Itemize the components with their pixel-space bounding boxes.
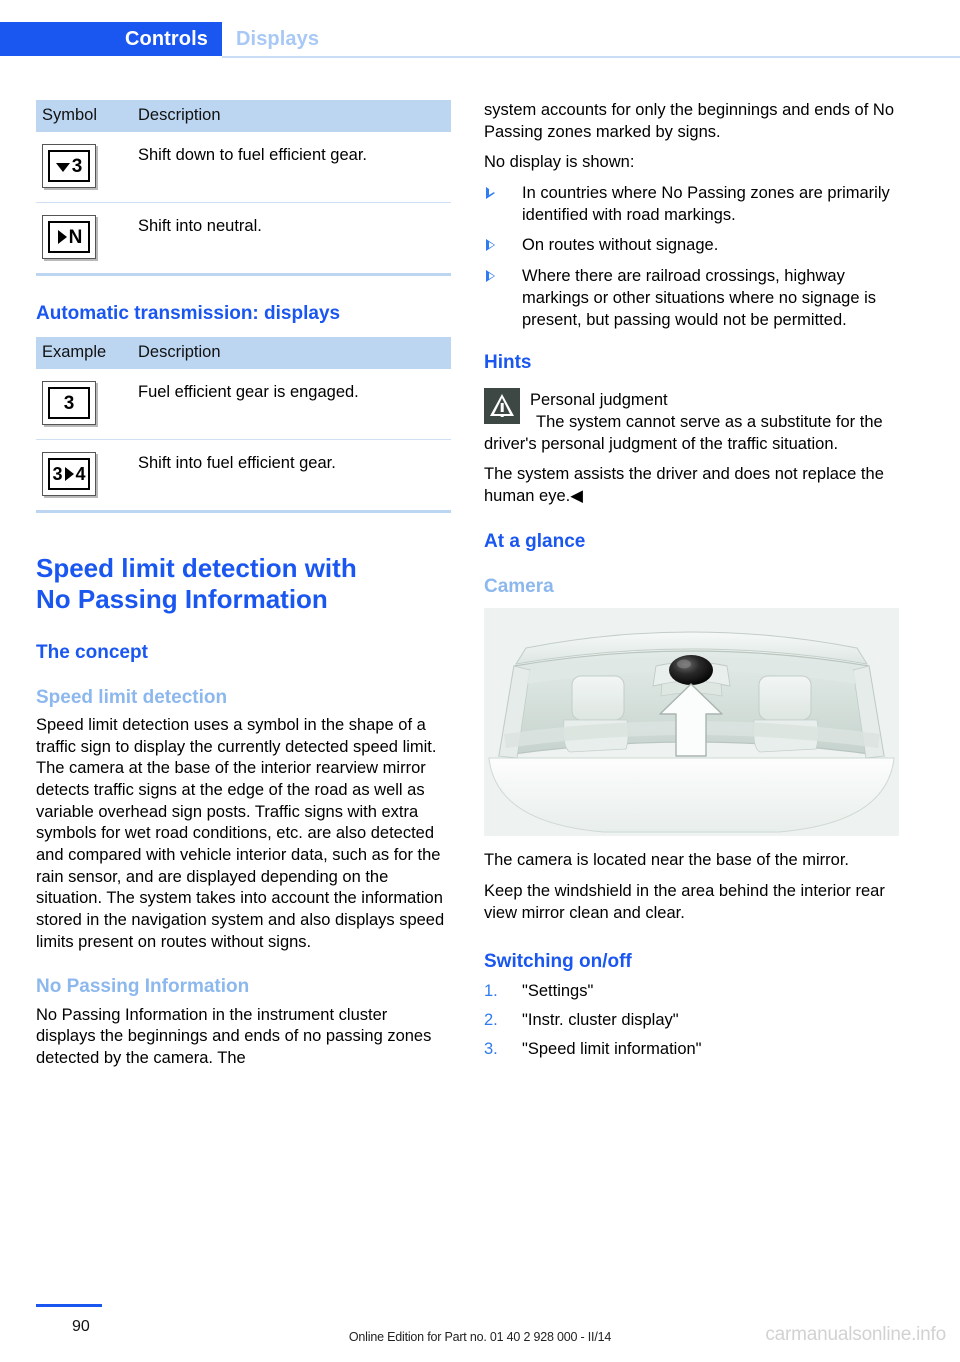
arrow-right-icon: [57, 230, 67, 244]
manual-transmission-table: Symbol Description 3 Shift down to fuel …: [36, 100, 451, 276]
description-cell: Shift into neutral.: [132, 202, 451, 276]
list-item-label: Where there are railroad crossings, high…: [522, 267, 877, 329]
section-heading-switching-on-off: Switching on/off: [484, 951, 632, 973]
step-index: 2.: [484, 1011, 498, 1030]
exclamation-bar: [500, 403, 504, 413]
list-item: In countries where No Passing zones are …: [484, 183, 899, 226]
gear-number: 3: [71, 155, 83, 177]
symbol-cell: 3: [36, 369, 132, 441]
warning-body: The system cannot serve as a substitute …: [484, 413, 883, 453]
triangle-bullet-icon: [486, 187, 495, 200]
tab-controls[interactable]: Controls: [0, 22, 222, 56]
gear-shift-up-icon: 34: [42, 452, 96, 497]
list-item-label: On routes without signage.: [522, 236, 719, 255]
no-passing-information-paragraph: No Passing Information in the instrument…: [36, 1005, 432, 1067]
subsection-heading-no-passing-information: No Passing Information: [36, 976, 250, 998]
column-header-description: Description: [132, 337, 451, 370]
description-cell: Shift down to fuel efficient gear.: [132, 132, 451, 203]
gear-engaged-icon: 3: [42, 381, 96, 426]
list-item: 2. "Instr. cluster display": [484, 1010, 899, 1032]
triangle-bullet-icon: [486, 270, 495, 283]
subsection-heading-speed-limit-detection: Speed limit detection: [36, 686, 228, 708]
table-header-row: Symbol Description: [36, 100, 451, 132]
list-item: Where there are railroad crossings, high…: [484, 266, 899, 331]
automatic-transmission-table: Example Description 3 Fuel efficient gea…: [36, 337, 451, 514]
table-header-row: Example Description: [36, 337, 451, 370]
no-display-lead: No display is shown:: [484, 153, 635, 172]
description-cell: Shift into fuel efficient gear.: [132, 439, 451, 514]
warning-block: Personal judgment The system cannot serv…: [484, 386, 899, 455]
left-column: Symbol Description 3 Shift down to fuel …: [36, 100, 451, 1079]
symbol-cell: 3: [36, 132, 132, 203]
page-title-line2: No Passing Information: [36, 583, 328, 614]
page-header: Controls Displays: [0, 22, 960, 56]
gear-number: 3: [63, 392, 75, 414]
no-display-list: In countries where No Passing zones are …: [484, 183, 899, 331]
list-item: 3. "Speed limit information": [484, 1039, 899, 1061]
watermark: carmanualsonline.info: [765, 1324, 946, 1345]
camera-paragraph-1: The camera is located near the base of t…: [484, 851, 850, 870]
page-title-line1: Speed limit detection with: [36, 553, 357, 584]
gear-from: 3: [52, 464, 63, 485]
list-item: 1. "Settings": [484, 981, 899, 1003]
exclamation-dot: [500, 414, 504, 417]
step-label: "Speed limit information": [522, 1039, 702, 1058]
section-heading-automatic-transmission: Automatic transmission: displays: [36, 303, 341, 324]
continued-paragraph: system accounts for only the beginnings …: [484, 101, 894, 141]
symbol-cell: N: [36, 202, 132, 276]
step-index: 1.: [484, 982, 498, 1001]
step-index: 3.: [484, 1039, 498, 1058]
shift-neutral-icon: N: [42, 215, 96, 259]
camera-location-figure: [484, 608, 899, 837]
arrow-right-icon: [64, 467, 74, 482]
section-heading-the-concept: The concept: [36, 641, 148, 663]
warning-title: Personal judgment: [530, 391, 668, 410]
column-header-symbol: Symbol: [36, 100, 132, 132]
table-row: 3 Shift down to fuel efficient gear.: [36, 132, 451, 203]
section-heading-at-a-glance: At a glance: [484, 530, 586, 552]
subsection-heading-camera: Camera: [484, 575, 554, 597]
arrow-down-icon: [55, 162, 70, 172]
right-column: system accounts for only the beginnings …: [484, 100, 899, 1067]
gear-to: 4: [75, 464, 86, 485]
list-item: On routes without signage.: [484, 235, 899, 257]
footer-divider: [36, 1304, 102, 1307]
triangle-bullet-icon: [486, 239, 495, 252]
switching-steps-list: 1. "Settings" 2. "Instr. cluster display" …: [484, 981, 899, 1060]
shift-down-gear-icon: 3: [42, 144, 96, 188]
step-label: "Instr. cluster display": [522, 1011, 679, 1030]
section-heading-hints: Hints: [484, 352, 532, 374]
speed-limit-detection-paragraph: Speed limit detection uses a symbol in t…: [36, 715, 445, 951]
header-divider: [222, 56, 960, 58]
warning-paragraph-2: The system assists the driver and does n…: [484, 465, 884, 506]
table-row: 3 Fuel efficient gear is engaged.: [36, 369, 451, 441]
page-title: Speed limit detection with No Passing Inf…: [36, 553, 451, 614]
camera-paragraph-2: Keep the windshield in the area behind t…: [484, 881, 885, 922]
warning-triangle-icon: [484, 388, 520, 425]
symbol-cell: 34: [36, 439, 132, 514]
description-cell: Fuel efficient gear is engaged.: [132, 369, 451, 441]
step-label: "Settings": [522, 982, 594, 1001]
table-row: 34 Shift into fuel efficient gear.: [36, 439, 451, 514]
column-header-example: Example: [36, 337, 132, 370]
list-item-label: In countries where No Passing zones are …: [522, 184, 890, 224]
tab-displays[interactable]: Displays: [236, 22, 319, 56]
column-header-description: Description: [132, 100, 451, 132]
table-row: N Shift into neutral.: [36, 202, 451, 276]
windshield-illustration-svg: [484, 608, 899, 837]
gear-letter: N: [68, 226, 83, 248]
